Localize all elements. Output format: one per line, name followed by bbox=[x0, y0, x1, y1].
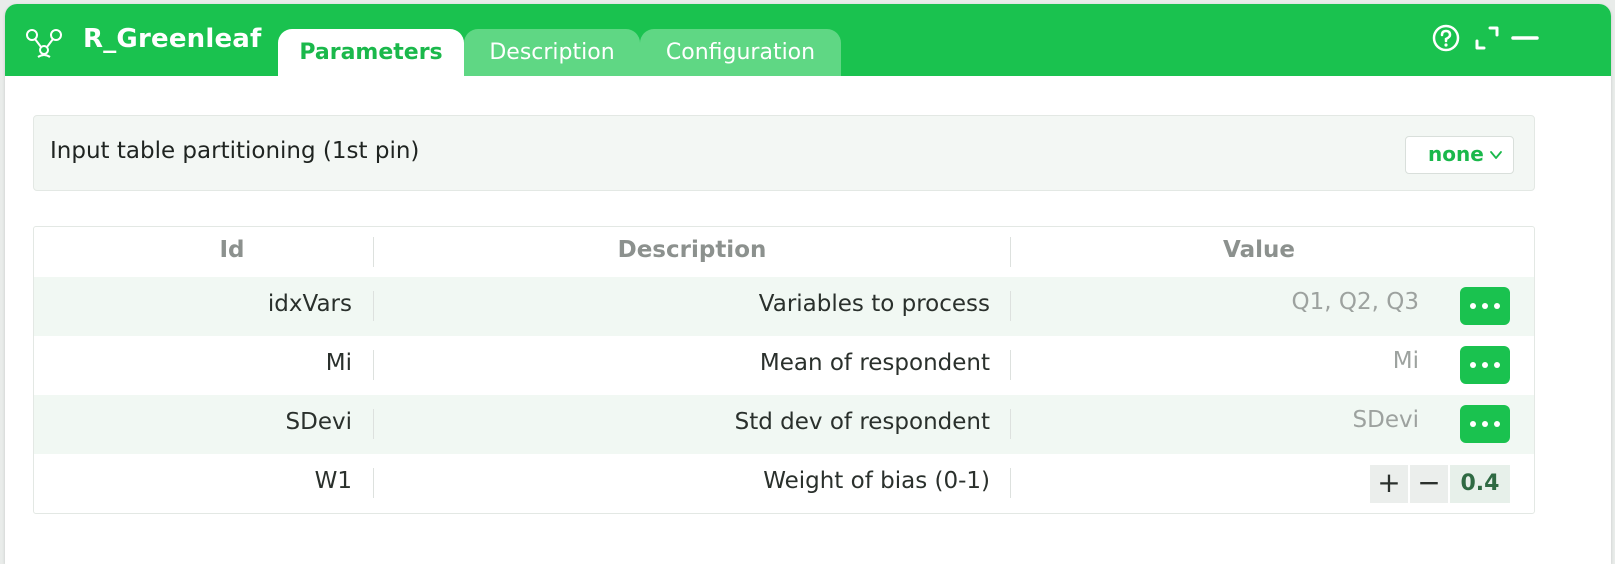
tab-configuration[interactable]: Configuration bbox=[640, 29, 841, 76]
column-divider bbox=[1010, 291, 1011, 321]
column-header-description: Description bbox=[617, 237, 767, 263]
partitioning-select[interactable]: none bbox=[1405, 136, 1514, 174]
partitioning-panel: Input table partitioning (1st pin) none bbox=[33, 115, 1535, 191]
param-description: Variables to process bbox=[758, 291, 990, 317]
tab-parameters[interactable]: Parameters bbox=[278, 29, 464, 76]
more-options-button[interactable] bbox=[1460, 287, 1510, 325]
table-row: Mi Mean of respondent Mi bbox=[34, 336, 1534, 395]
ellipsis-icon bbox=[1494, 303, 1500, 309]
param-description: Std dev of respondent bbox=[734, 409, 990, 435]
param-id: idxVars bbox=[267, 291, 352, 317]
weight-stepper: + − 0.4 bbox=[1370, 465, 1510, 503]
table-header: Id Description Value bbox=[34, 227, 1534, 277]
column-divider bbox=[1010, 350, 1011, 380]
node-graph-icon bbox=[26, 29, 62, 58]
column-divider bbox=[373, 468, 374, 498]
dialog-window: R_Greenleaf Parameters Description Confi… bbox=[5, 4, 1611, 564]
table-row: SDevi Std dev of respondent SDevi bbox=[34, 395, 1534, 454]
ellipsis-icon bbox=[1482, 362, 1488, 368]
window-title: R_Greenleaf bbox=[83, 24, 262, 54]
param-id: SDevi bbox=[285, 409, 352, 435]
more-options-button[interactable] bbox=[1460, 346, 1510, 384]
decrement-button[interactable]: − bbox=[1410, 465, 1448, 503]
param-id: W1 bbox=[314, 468, 352, 494]
tab-description[interactable]: Description bbox=[464, 29, 640, 76]
column-divider bbox=[373, 350, 374, 380]
help-icon[interactable] bbox=[1430, 22, 1462, 54]
column-divider bbox=[373, 409, 374, 439]
param-value: Mi bbox=[1392, 348, 1419, 374]
partitioning-label: Input table partitioning (1st pin) bbox=[50, 138, 420, 164]
param-id: Mi bbox=[325, 350, 352, 376]
param-value: SDevi bbox=[1352, 407, 1419, 433]
column-divider bbox=[1010, 468, 1011, 498]
column-divider bbox=[373, 291, 374, 321]
ellipsis-icon bbox=[1482, 421, 1488, 427]
chevron-down-icon bbox=[1490, 151, 1502, 159]
param-description: Weight of bias (0-1) bbox=[763, 468, 990, 494]
expand-icon[interactable] bbox=[1471, 22, 1503, 54]
ellipsis-icon bbox=[1494, 362, 1500, 368]
ellipsis-icon bbox=[1482, 303, 1488, 309]
column-header-id: Id bbox=[219, 237, 245, 263]
ellipsis-icon bbox=[1470, 303, 1476, 309]
param-description: Mean of respondent bbox=[759, 350, 990, 376]
ellipsis-icon bbox=[1470, 421, 1476, 427]
table-row: idxVars Variables to process Q1, Q2, Q3 bbox=[34, 277, 1534, 336]
weight-value-field[interactable]: 0.4 bbox=[1450, 465, 1510, 503]
ellipsis-icon bbox=[1494, 421, 1500, 427]
table-row: W1 Weight of bias (0-1) + − 0.4 bbox=[34, 454, 1534, 513]
minimize-icon[interactable] bbox=[1509, 22, 1541, 54]
column-header-value: Value bbox=[1223, 237, 1295, 263]
parameters-table: Id Description Value idxVars Variables t… bbox=[33, 226, 1535, 514]
title-bar: R_Greenleaf Parameters Description Confi… bbox=[5, 4, 1611, 76]
ellipsis-icon bbox=[1470, 362, 1476, 368]
increment-button[interactable]: + bbox=[1370, 465, 1408, 503]
column-divider bbox=[1010, 409, 1011, 439]
partitioning-selected-value: none bbox=[1428, 142, 1484, 166]
param-value: Q1, Q2, Q3 bbox=[1291, 289, 1419, 315]
more-options-button[interactable] bbox=[1460, 405, 1510, 443]
